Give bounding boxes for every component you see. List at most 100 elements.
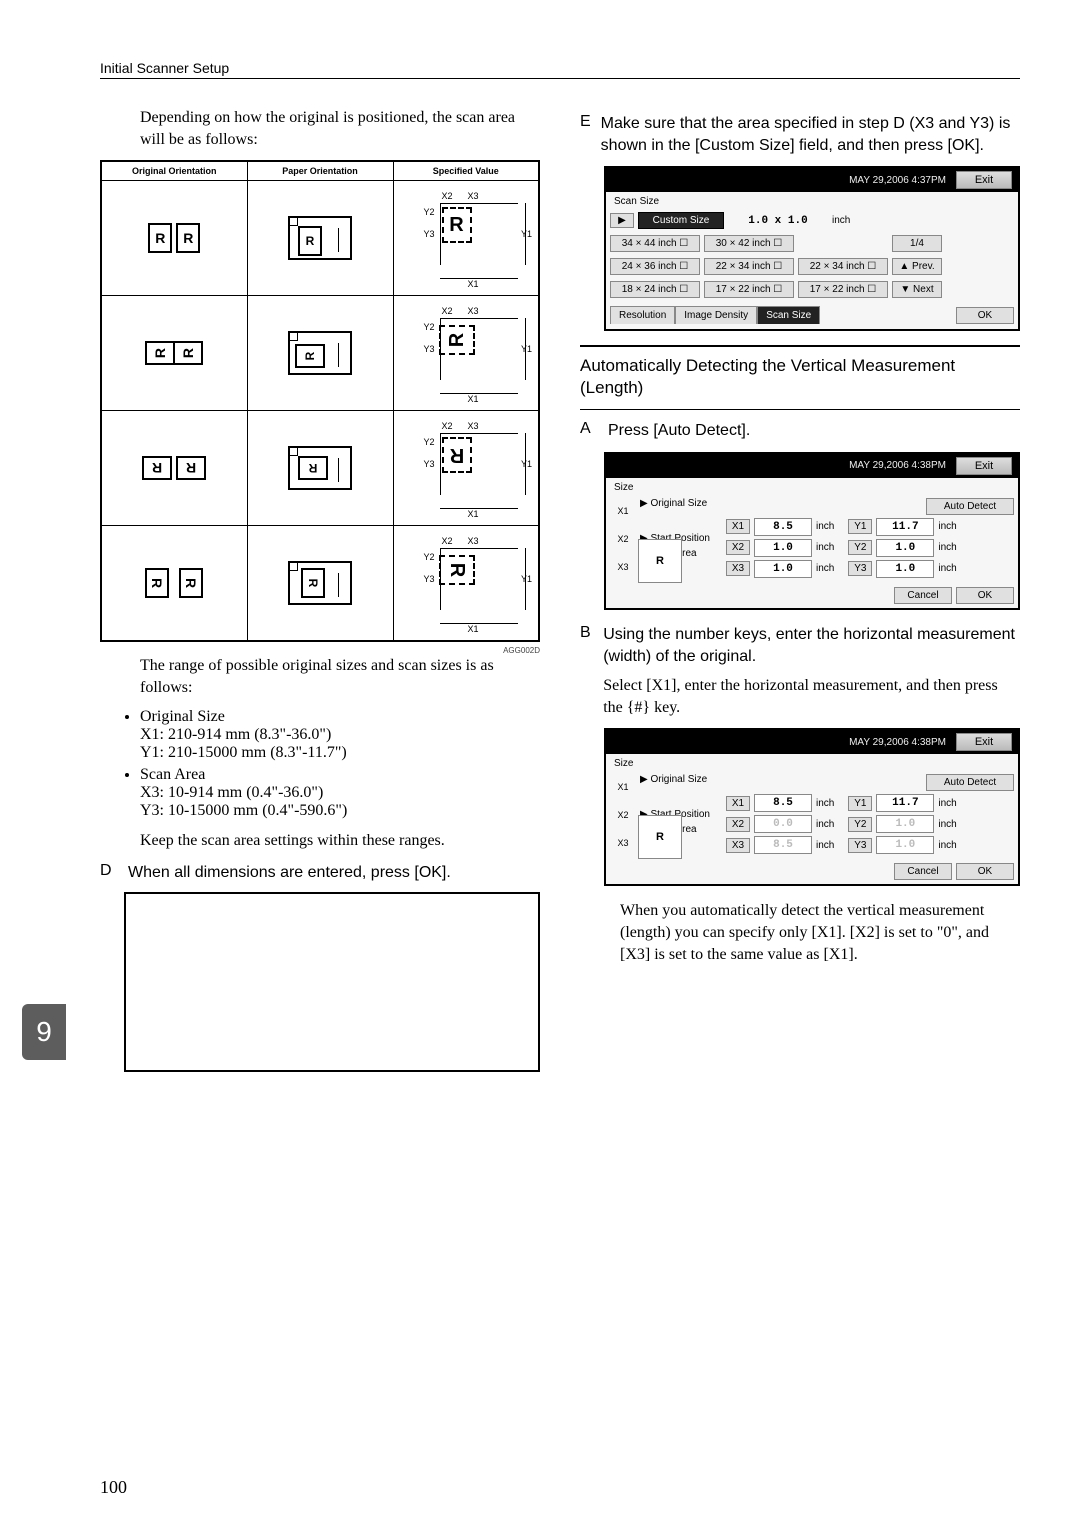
lcd-auto-detect-button[interactable]: Auto Detect — [926, 774, 1014, 791]
page-header: Initial Scanner Setup — [100, 60, 1020, 78]
lcd1-section: Scan Size — [606, 192, 1018, 209]
lcd1-size-option[interactable]: 22 × 34 inch ☐ — [798, 258, 888, 275]
lcd-field-unit: inch — [938, 798, 956, 809]
lcd-field-val: 8.5 — [754, 518, 812, 536]
figure-code: AGG002D — [100, 646, 540, 655]
lcd-ok-button[interactable]: OK — [956, 863, 1014, 880]
lcd-field-val: 1.0 — [876, 836, 934, 854]
lcd-field-key[interactable]: X1 — [726, 519, 750, 534]
step-a-text: Press [Auto Detect]. — [608, 420, 750, 442]
lcd-field-unit: inch — [938, 542, 956, 553]
lcd1-custom-unit: inch — [832, 215, 850, 226]
lcd-field-unit: inch — [816, 542, 834, 553]
lcd-ruler: X1X2X3 — [610, 498, 636, 572]
subsection-heading: Automatically Detecting the Vertical Mea… — [580, 345, 1020, 410]
lcd-field-unit: inch — [816, 840, 834, 851]
lcd-preview: R — [638, 815, 682, 859]
lcd-field-key[interactable]: X3 — [726, 838, 750, 853]
lcd-field-val: 1.0 — [876, 539, 934, 557]
step-b-text1: Using the number keys, enter the horizon… — [603, 624, 1020, 667]
header-rule — [100, 78, 1020, 79]
step-d-screenshot-placeholder — [124, 892, 540, 1072]
lcd-field-unit: inch — [816, 563, 834, 574]
chapter-tab: 9 — [22, 1004, 66, 1060]
range-bullets: Original SizeX1: 210-914 mm (8.3"-36.0")… — [140, 708, 540, 820]
page-number: 100 — [100, 1477, 127, 1498]
tail-text: When you automatically detect the vertic… — [580, 900, 1020, 965]
lcd-field-val: 1.0 — [754, 539, 812, 557]
lcd-field-key[interactable]: X2 — [726, 817, 750, 832]
lcd-orig-label: ▶ Original Size — [640, 498, 707, 509]
lcd1-size-option[interactable]: 17 × 22 inch ☐ — [704, 281, 794, 298]
lcd-field-val: 8.5 — [754, 794, 812, 812]
step-b-text2: Select [X1], enter the horizontal measur… — [603, 675, 1020, 718]
lcd-field-val: 1.0 — [754, 560, 812, 578]
lcd-section: Size — [606, 754, 1018, 771]
lcd1-size-option[interactable]: 30 × 42 inch ☐ — [704, 235, 794, 252]
step-e-letter: E — [580, 113, 591, 156]
lcd1-pager[interactable]: ▼ Next — [892, 281, 942, 298]
lcd-cancel-button[interactable]: Cancel — [894, 587, 952, 604]
lcd1-arrow[interactable]: ▶ — [610, 213, 634, 228]
lcd1-size-option[interactable]: 18 × 24 inch ☐ — [610, 281, 700, 298]
lcd1-exit-button[interactable]: Exit — [956, 171, 1012, 189]
lcd-auto-detect-before: MAY 29,2006 4:38PMExitSizeX1X2X3▶ Origin… — [604, 452, 1020, 610]
lcd1-size-option[interactable]: 22 × 34 inch ☐ — [704, 258, 794, 275]
range-text: The range of possible original sizes and… — [100, 655, 540, 698]
lcd-field-key[interactable]: X3 — [726, 561, 750, 576]
lcd-field-unit: inch — [938, 563, 956, 574]
lcd-field-unit: inch — [938, 521, 956, 532]
lcd-cancel-button[interactable]: Cancel — [894, 863, 952, 880]
lcd-field-key[interactable]: Y1 — [848, 796, 872, 811]
lcd-field-unit: inch — [816, 521, 834, 532]
lcd-field-unit: inch — [816, 819, 834, 830]
lcd1-custom-size-button[interactable]: Custom Size — [638, 212, 724, 229]
lcd-field-val: 1.0 — [876, 815, 934, 833]
lcd-field-key[interactable]: Y2 — [848, 540, 872, 555]
step-b-letter: B — [580, 624, 593, 718]
step-d-text: When all dimensions are entered, press [… — [128, 862, 451, 884]
lcd1-pager[interactable]: ▲ Prev. — [892, 258, 942, 275]
lcd-auto-detect-button[interactable]: Auto Detect — [926, 498, 1014, 515]
th-spec: Specified Value — [393, 161, 539, 181]
lcd1-size-option[interactable]: 34 × 44 inch ☐ — [610, 235, 700, 252]
lcd-field-unit: inch — [816, 798, 834, 809]
lcd-field-val: 11.7 — [876, 518, 934, 536]
lcd-field-unit: inch — [938, 819, 956, 830]
lcd-preview: R — [638, 539, 682, 583]
lcd-field-val: 0.0 — [754, 815, 812, 833]
lcd-timestamp: MAY 29,2006 4:38PM — [849, 737, 946, 748]
orientation-table: Original Orientation Paper Orientation S… — [100, 160, 540, 642]
lcd-field-key[interactable]: X2 — [726, 540, 750, 555]
lcd1-size-option[interactable]: 24 × 36 inch ☐ — [610, 258, 700, 275]
lcd-field-unit: inch — [938, 840, 956, 851]
lcd-field-val: 1.0 — [876, 560, 934, 578]
intro-text: Depending on how the original is positio… — [100, 107, 540, 150]
step-a-letter: A — [580, 420, 598, 442]
lcd-orig-label: ▶ Original Size — [640, 774, 707, 785]
th-original: Original Orientation — [101, 161, 247, 181]
lcd-field-key[interactable]: Y3 — [848, 561, 872, 576]
lcd1-tab-scansize[interactable]: Scan Size — [757, 306, 820, 324]
keep-text: Keep the scan area settings within these… — [100, 830, 540, 852]
lcd1-tab-density[interactable]: Image Density — [675, 306, 757, 324]
lcd-exit-button[interactable]: Exit — [956, 733, 1012, 751]
lcd-field-key[interactable]: X1 — [726, 796, 750, 811]
lcd1-tabs: Resolution Image Density Scan Size — [610, 304, 820, 326]
lcd-field-key[interactable]: Y1 — [848, 519, 872, 534]
lcd-ok-button[interactable]: OK — [956, 587, 1014, 604]
lcd-section: Size — [606, 478, 1018, 495]
lcd-field-val: 11.7 — [876, 794, 934, 812]
lcd-field-key[interactable]: Y3 — [848, 838, 872, 853]
step-e-text: Make sure that the area specified in ste… — [601, 113, 1020, 156]
lcd-auto-detect-after: MAY 29,2006 4:38PMExitSizeX1X2X3▶ Origin… — [604, 728, 1020, 886]
lcd-ruler: X1X2X3 — [610, 774, 636, 848]
lcd-field-key[interactable]: Y2 — [848, 817, 872, 832]
lcd-timestamp: MAY 29,2006 4:38PM — [849, 460, 946, 471]
th-paper: Paper Orientation — [247, 161, 393, 181]
lcd1-tab-resolution[interactable]: Resolution — [610, 306, 675, 324]
lcd1-size-option[interactable]: 17 × 22 inch ☐ — [798, 281, 888, 298]
lcd-exit-button[interactable]: Exit — [956, 457, 1012, 475]
lcd1-ok-button[interactable]: OK — [956, 307, 1014, 324]
lcd-field-val: 8.5 — [754, 836, 812, 854]
